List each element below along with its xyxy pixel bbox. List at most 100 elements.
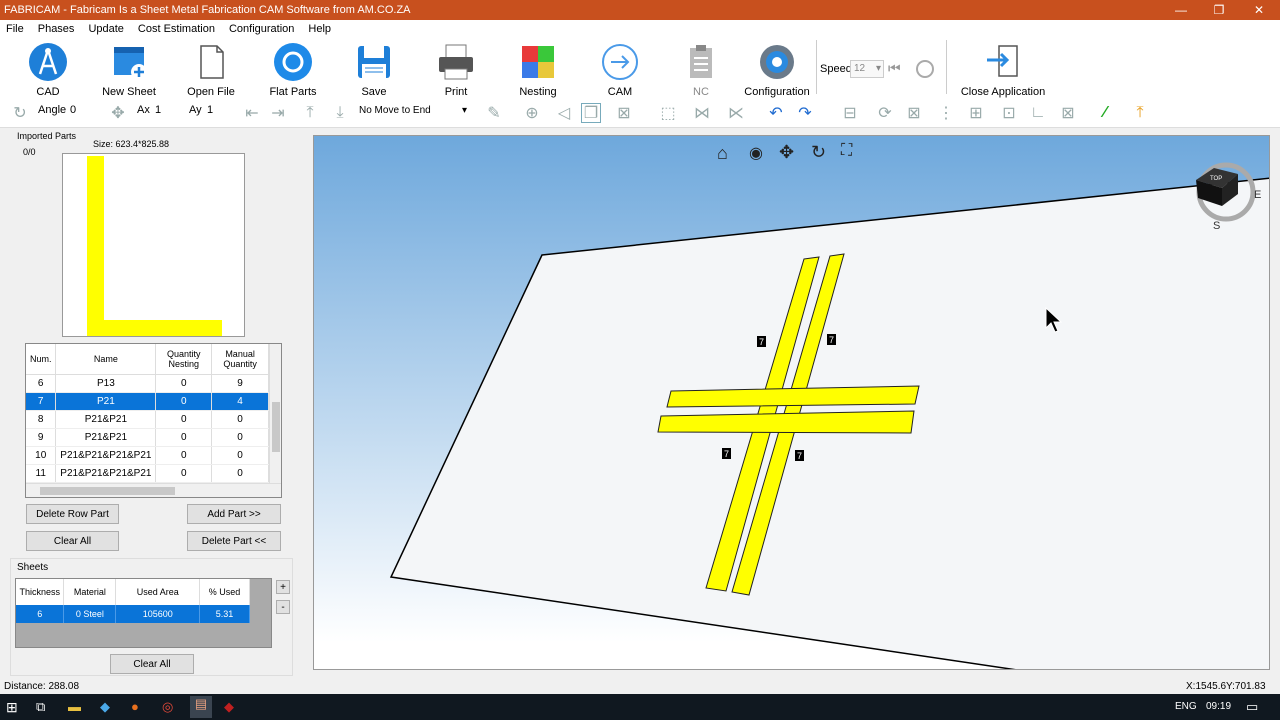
viewport-canvas[interactable]: 7 7 7 7 TOP E S	[314, 136, 1270, 670]
col-used-area[interactable]: Used Area	[115, 579, 201, 605]
col-manual-quantity[interactable]: Manual Quantity	[211, 344, 269, 375]
copy-icon[interactable]: ❐	[581, 103, 601, 123]
move-dropdown[interactable]: No Move to End ▾	[356, 103, 469, 121]
marker-icon[interactable]: ⁄	[1095, 103, 1115, 123]
app2-icon[interactable]: ◆	[224, 699, 234, 715]
angle-input[interactable]: 0	[70, 104, 76, 116]
home-icon[interactable]: ⌂	[717, 143, 737, 163]
add-sheet-button[interactable]: +	[276, 580, 290, 594]
nc-cancel-icon[interactable]: ⊠	[614, 103, 634, 123]
task-view-icon[interactable]: ⧉	[36, 699, 45, 715]
cad-button[interactable]: CAD	[8, 42, 88, 98]
parts-grid[interactable]: Num. Name Quantity Nesting Manual Quanti…	[25, 343, 282, 498]
delete-part-icon[interactable]: ⊠	[904, 103, 924, 123]
stop-icon[interactable]	[916, 60, 934, 78]
edit-shape-icon[interactable]: ⬚	[658, 103, 678, 123]
minimize-icon[interactable]: —	[1162, 0, 1200, 20]
arrow-up-icon[interactable]: ⤒	[300, 103, 320, 123]
ax-input[interactable]: 1	[155, 104, 161, 116]
cam-button[interactable]: CAM	[580, 42, 660, 98]
3d-viewport[interactable]: 7 7 7 7 TOP E S ⌂ ◉ ✥ ↻ ⛶	[313, 135, 1270, 670]
clear-all-button[interactable]: Clear All	[26, 531, 119, 551]
vertical-scrollbar[interactable]	[269, 344, 281, 483]
arrow-down-icon[interactable]: ⤓	[330, 103, 350, 123]
sheets-grid[interactable]: Thickness Material Used Area % Used 6 0 …	[15, 578, 272, 648]
rotate-icon[interactable]: ↻	[10, 103, 30, 123]
col-quantity-nesting[interactable]: Quantity Nesting	[155, 344, 213, 375]
app-icon[interactable]: ◆	[100, 699, 110, 715]
delete-part-button[interactable]: Delete Part <<	[187, 531, 281, 551]
close-icon[interactable]: ✕	[1240, 0, 1278, 20]
fit-view-icon[interactable]: ⛶	[841, 142, 861, 162]
col-num[interactable]: Num.	[26, 344, 57, 375]
arrow-left-icon[interactable]: ⇤	[242, 103, 262, 123]
table-row[interactable]: 11 P21&P21&P21&P21 0 0	[26, 464, 269, 483]
frame-icon[interactable]: ⊡	[999, 103, 1019, 123]
col-thickness[interactable]: Thickness	[16, 579, 65, 605]
menu-help[interactable]: Help	[308, 23, 331, 35]
redo-icon[interactable]: ↷	[795, 103, 815, 123]
print-button[interactable]: Print	[416, 42, 496, 98]
undo-icon[interactable]: ↶	[766, 103, 786, 123]
skip-start-icon[interactable]: ⏮	[888, 60, 901, 77]
scrollbar-thumb[interactable]	[272, 402, 280, 452]
fabricam-taskbar-icon[interactable]: ▤	[190, 696, 212, 718]
clear-box-icon[interactable]: ⊠	[1058, 103, 1078, 123]
save-button[interactable]: Save	[334, 42, 414, 98]
chrome-icon[interactable]: ◎	[162, 699, 173, 715]
speed-select[interactable]: 12 ▾	[850, 60, 884, 78]
table-row[interactable]: 6 0 Steel 105600 5.31	[16, 605, 250, 623]
menu-file[interactable]: File	[6, 23, 24, 35]
pencil-icon[interactable]: ✎	[484, 103, 504, 123]
col-name[interactable]: Name	[55, 344, 157, 375]
rotate-view-icon[interactable]: ↻	[811, 142, 831, 162]
table-row[interactable]: 9 P21&P21 0 0	[26, 428, 269, 447]
firefox-icon[interactable]: ●	[131, 699, 139, 714]
file-explorer-icon[interactable]: ▬	[68, 699, 81, 714]
mirror-icon[interactable]: ◁	[554, 103, 574, 123]
network-icon[interactable]: ⋈	[692, 103, 712, 123]
plus-circle-icon[interactable]: ⊕	[522, 103, 542, 123]
language-indicator[interactable]: ENG	[1175, 701, 1197, 712]
table-row[interactable]: 6 P13 0 9	[26, 374, 269, 393]
pan-icon[interactable]: ✥	[779, 142, 799, 162]
delete-row-part-button[interactable]: Delete Row Part	[26, 504, 119, 524]
arrow-right-icon	[600, 42, 640, 82]
close-application-button[interactable]: Close Application	[961, 42, 1045, 98]
notification-icon[interactable]: ▭	[1246, 699, 1258, 715]
col-material[interactable]: Material	[63, 579, 117, 605]
move-icon[interactable]: ✥	[108, 103, 128, 123]
corner-icon[interactable]: ∟	[1028, 103, 1048, 123]
nc-button[interactable]: NC	[661, 42, 741, 98]
menu-phases[interactable]: Phases	[38, 23, 75, 35]
table-row[interactable]: 8 P21&P21 0 0	[26, 410, 269, 429]
flat-parts-button[interactable]: Flat Parts	[253, 42, 333, 98]
scrollbar-thumb[interactable]	[40, 487, 175, 495]
menu-cost-estimation[interactable]: Cost Estimation	[138, 23, 215, 35]
remove-sheet-button[interactable]: -	[276, 600, 290, 614]
table-row[interactable]: 7 P21 0 4	[26, 392, 269, 411]
open-file-button[interactable]: Open File	[171, 42, 251, 98]
network-cancel-icon[interactable]: ⋉	[726, 103, 746, 123]
maximize-icon[interactable]: ❐	[1200, 0, 1238, 20]
rotate-part-icon[interactable]: ⟳	[875, 103, 895, 123]
horizontal-scrollbar[interactable]	[26, 483, 281, 497]
new-sheet-button[interactable]: New Sheet	[89, 42, 169, 98]
col-percent-used[interactable]: % Used	[199, 579, 250, 605]
menu-update[interactable]: Update	[88, 23, 123, 35]
export-icon[interactable]: ⤒	[1130, 103, 1150, 123]
configuration-button[interactable]: Configuration	[737, 42, 817, 98]
ay-input[interactable]: 1	[207, 104, 213, 116]
windows-start-icon[interactable]: ⊞	[6, 699, 18, 716]
table-row[interactable]: 10 P21&P21&P21&P21 0 0	[26, 446, 269, 465]
nesting-button[interactable]: Nesting	[498, 42, 578, 98]
menu-configuration[interactable]: Configuration	[229, 23, 294, 35]
group-icon[interactable]: ⋮	[936, 103, 956, 123]
ungroup-icon[interactable]: ⊞	[966, 103, 986, 123]
align-icon[interactable]: ⊟	[840, 103, 860, 123]
sheets-clear-all-button[interactable]: Clear All	[110, 654, 194, 674]
orbit-icon[interactable]: ◉	[749, 143, 769, 163]
add-part-button[interactable]: Add Part >>	[187, 504, 281, 524]
clock[interactable]: 09:19	[1206, 701, 1231, 712]
arrow-right-icon[interactable]: ⇥	[268, 103, 288, 123]
